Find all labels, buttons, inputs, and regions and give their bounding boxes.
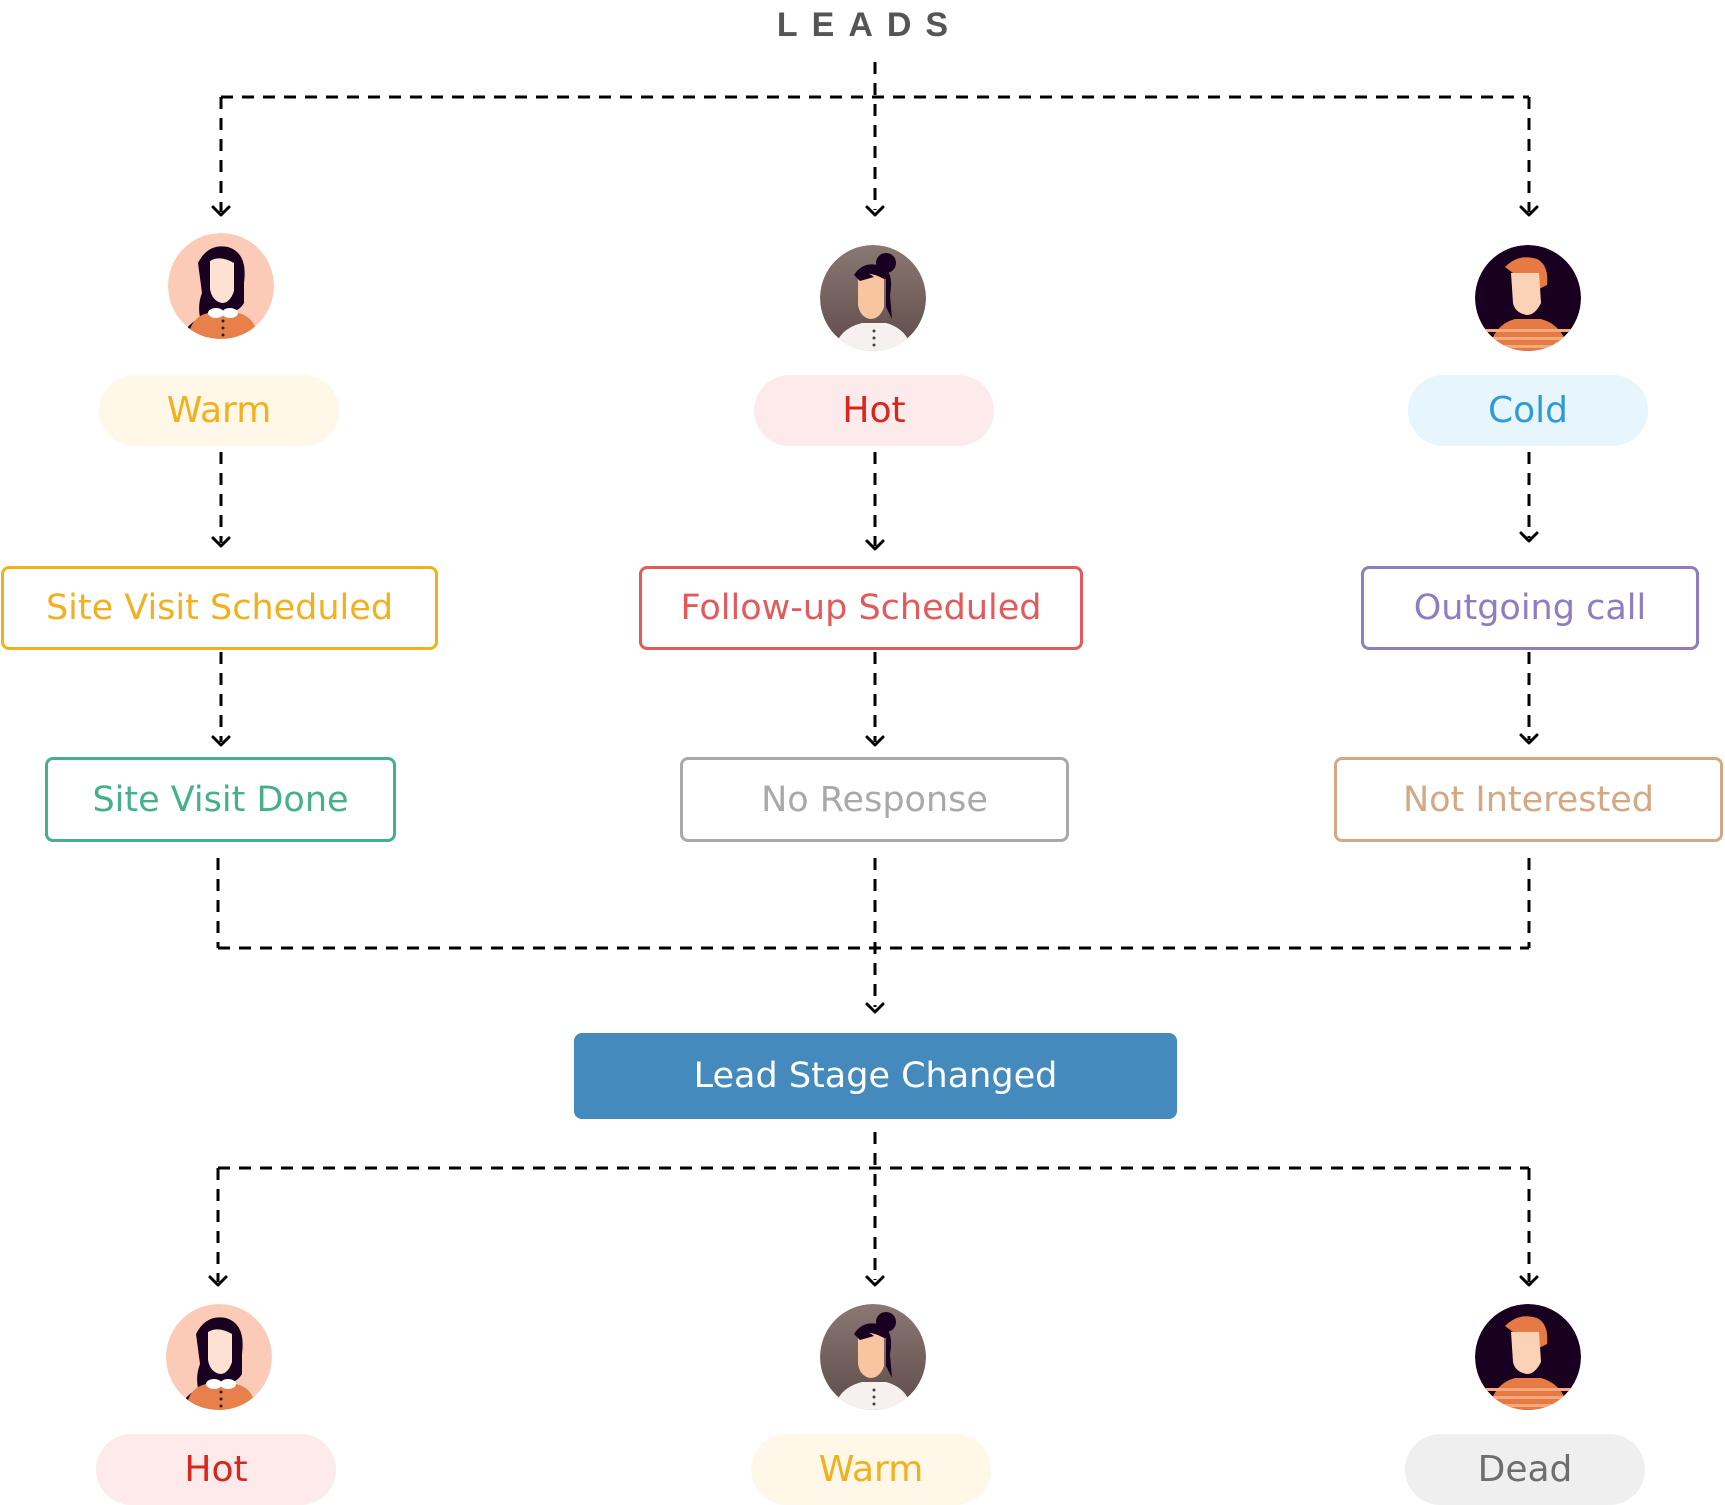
result-pill-hot: Hot	[96, 1434, 336, 1505]
woman-long-hair-avatar	[166, 1304, 272, 1410]
woman-bun-hair-avatar	[820, 245, 926, 351]
step-not-interested: Not Interested	[1334, 757, 1723, 842]
result-pill-warm: Warm	[751, 1434, 991, 1505]
step-site-visit-scheduled: Site Visit Scheduled	[1, 566, 438, 650]
step-outgoing-call: Outgoing call	[1361, 566, 1699, 650]
status-pill-cold: Cold	[1408, 375, 1648, 446]
man-striped-shirt-avatar	[1475, 245, 1581, 351]
woman-long-hair-avatar	[168, 233, 274, 339]
status-pill-warm: Warm	[99, 375, 339, 446]
arrowhead-bottom-mid	[865, 1275, 885, 1287]
step-site-visit-done: Site Visit Done	[45, 757, 396, 842]
woman-bun-hair-avatar	[820, 1304, 926, 1410]
arrowhead-top-mid	[865, 205, 885, 217]
lead-stage-changed-node: Lead Stage Changed	[574, 1033, 1177, 1119]
man-striped-shirt-avatar	[1475, 1304, 1581, 1410]
connector-lines	[208, 62, 1539, 1287]
step-no-response: No Response	[680, 757, 1069, 842]
status-pill-hot: Hot	[754, 375, 994, 446]
result-pill-dead: Dead	[1405, 1434, 1645, 1505]
step-follow-up-scheduled: Follow-up Scheduled	[639, 566, 1083, 650]
leads-title: LEADS	[776, 6, 963, 44]
